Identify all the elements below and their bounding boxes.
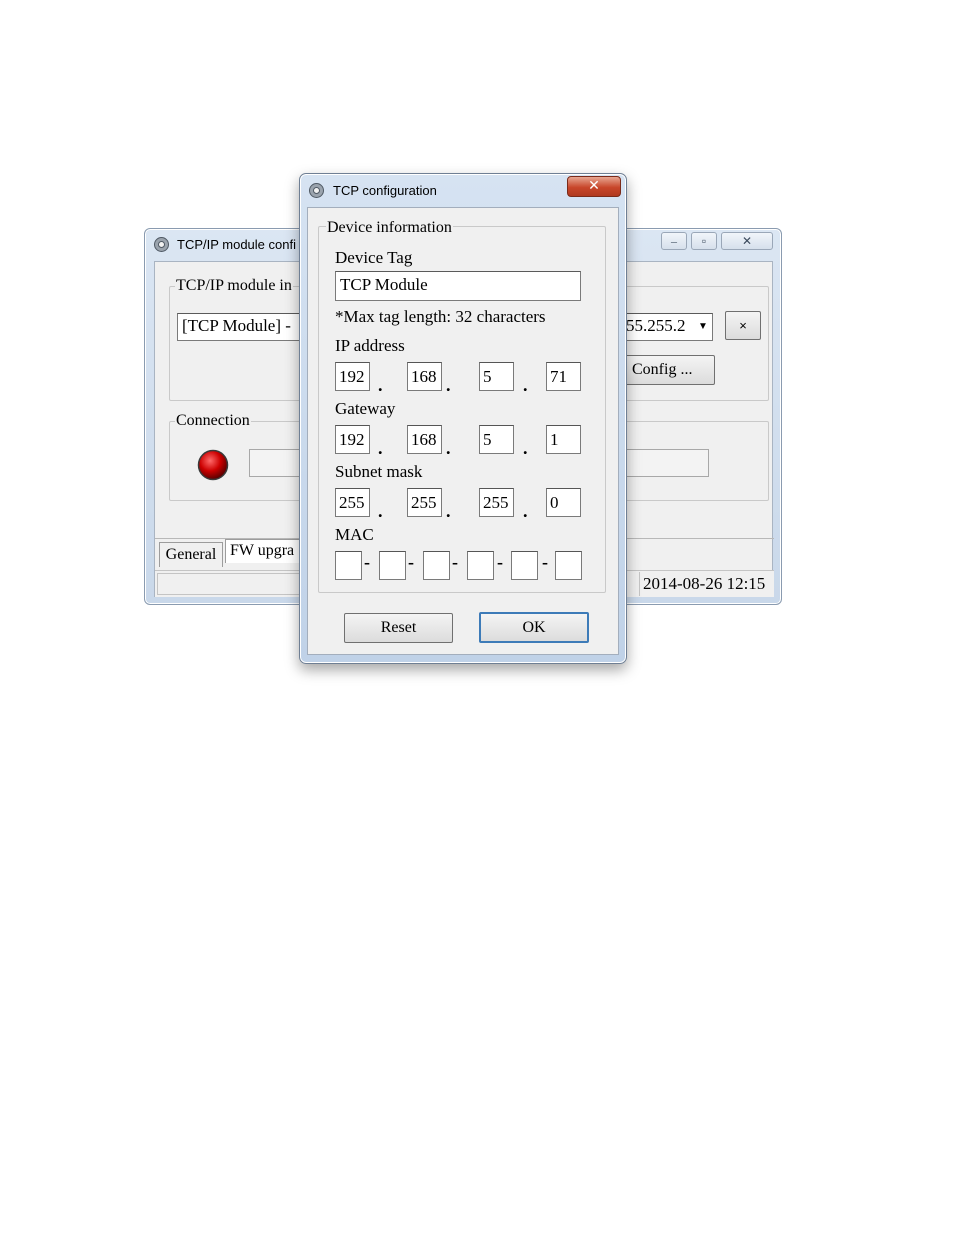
subnet-octet-3[interactable]: 255 — [479, 488, 514, 517]
connection-status-icon — [197, 449, 229, 481]
mac-separator: - — [497, 552, 503, 572]
dialog-close-button[interactable]: ✕ — [567, 176, 621, 197]
mac-byte-4[interactable] — [467, 551, 494, 580]
device-tag-input[interactable]: TCP Module — [335, 271, 581, 301]
device-tag-label: Device Tag — [335, 248, 413, 267]
netmask-select-value: 55.255.2 — [626, 316, 686, 335]
gateway-separator: . — [446, 438, 451, 458]
subnet-octet-4[interactable]: 0 — [546, 488, 581, 517]
status-timestamp: 2014-08-26 12:15 — [639, 572, 772, 596]
close-button[interactable]: ✕ — [721, 232, 773, 250]
dialog-title: TCP configuration — [333, 183, 437, 198]
mac-byte-5[interactable] — [511, 551, 538, 580]
gateway-separator: . — [378, 438, 383, 458]
mac-separator: - — [452, 552, 458, 572]
gear-icon — [153, 236, 170, 253]
subnet-separator: . — [378, 501, 383, 521]
mac-label: MAC — [335, 525, 374, 544]
ok-button[interactable]: OK — [479, 612, 589, 643]
mac-byte-3[interactable] — [423, 551, 450, 580]
module-group-label: TCP/IP module in — [175, 277, 293, 295]
ip-octet-1[interactable]: 192 — [335, 362, 370, 391]
minimize-button[interactable]: – — [661, 232, 687, 250]
mac-byte-1[interactable] — [335, 551, 362, 580]
chevron-down-icon[interactable]: ▼ — [696, 317, 710, 337]
tab-general[interactable]: General — [159, 542, 223, 567]
mac-separator: - — [542, 552, 548, 572]
gateway-label: Gateway — [335, 399, 396, 418]
gateway-separator: . — [523, 438, 528, 458]
gateway-octet-2[interactable]: 168 — [407, 425, 442, 454]
ip-octet-4[interactable]: 71 — [546, 362, 581, 391]
subnet-separator: . — [523, 501, 528, 521]
reset-button[interactable]: Reset — [344, 613, 453, 643]
subnet-mask-label: Subnet mask — [335, 462, 423, 481]
gateway-octet-1[interactable]: 192 — [335, 425, 370, 454]
ip-separator: . — [523, 375, 528, 395]
mac-byte-6[interactable] — [555, 551, 582, 580]
subnet-octet-1[interactable]: 255 — [335, 488, 370, 517]
tcp-configuration-dialog: TCP configuration ✕ Device information D… — [299, 173, 627, 664]
status-bar-cell — [157, 573, 305, 595]
device-information-label: Device information — [326, 219, 453, 237]
maximize-button[interactable]: ▫ — [691, 232, 717, 250]
remove-button[interactable]: × — [725, 311, 761, 340]
ip-address-label: IP address — [335, 336, 405, 355]
gear-icon — [308, 182, 325, 199]
subnet-separator: . — [446, 501, 451, 521]
ip-octet-2[interactable]: 168 — [407, 362, 442, 391]
config-button[interactable]: Config ... — [625, 355, 715, 385]
mac-separator: - — [408, 552, 414, 572]
mac-separator: - — [364, 552, 370, 572]
ip-separator: . — [446, 375, 451, 395]
gateway-octet-4[interactable]: 1 — [546, 425, 581, 454]
ip-separator: . — [378, 375, 383, 395]
connection-group-label: Connection — [175, 412, 251, 430]
dialog-client: Device information Device Tag TCP Module… — [307, 207, 619, 655]
main-window-title: TCP/IP module confi — [177, 237, 296, 252]
gateway-octet-3[interactable]: 5 — [479, 425, 514, 454]
subnet-octet-2[interactable]: 255 — [407, 488, 442, 517]
tag-length-note: *Max tag length: 32 characters — [335, 307, 546, 326]
mac-byte-2[interactable] — [379, 551, 406, 580]
ip-octet-3[interactable]: 5 — [479, 362, 514, 391]
